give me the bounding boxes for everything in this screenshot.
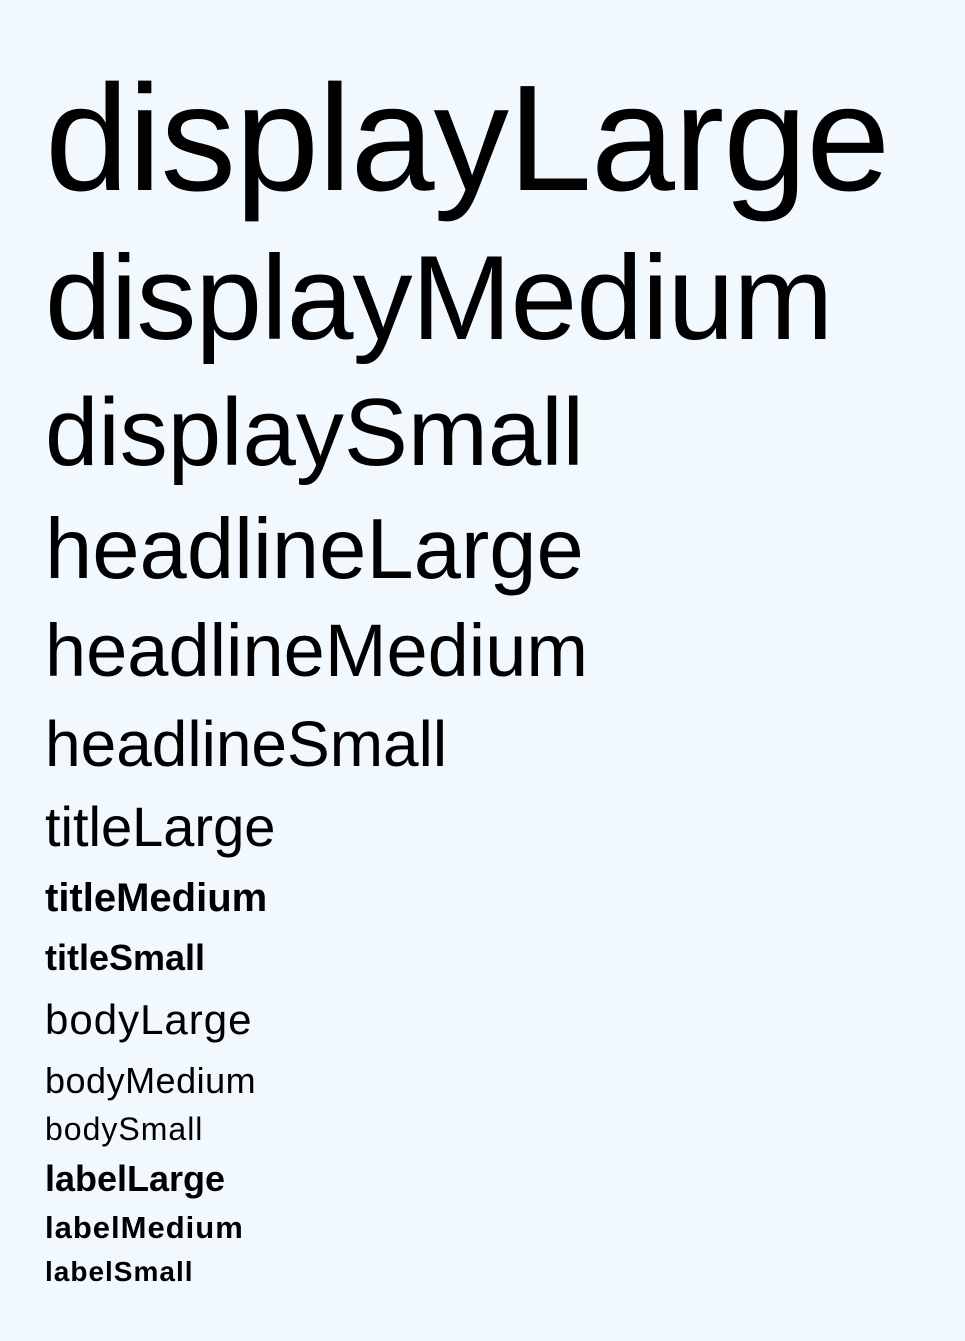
display-large-text: displayLarge	[45, 53, 890, 222]
title-small-text: titleSmall	[45, 937, 206, 978]
typography-screen: displayLarge displayMedium displaySmall …	[0, 0, 965, 1341]
title-large-text: titleLarge	[45, 795, 276, 858]
body-medium-text: bodyMedium	[45, 1060, 257, 1101]
label-large-text: labelLarge	[45, 1158, 226, 1199]
label-small-text: labelSmall	[45, 1256, 194, 1287]
body-small-text: bodySmall	[45, 1111, 204, 1147]
title-medium-text: titleMedium	[45, 876, 268, 920]
display-small-text: displaySmall	[45, 379, 584, 486]
headline-small-text: headlineSmall	[45, 708, 448, 780]
headline-medium-text: headlineMedium	[45, 609, 589, 692]
label-medium-text: labelMedium	[45, 1210, 244, 1245]
headline-large-text: headlineLarge	[45, 502, 584, 597]
body-large-text: bodyLarge	[45, 996, 253, 1043]
display-medium-text: displayMedium	[45, 231, 833, 365]
